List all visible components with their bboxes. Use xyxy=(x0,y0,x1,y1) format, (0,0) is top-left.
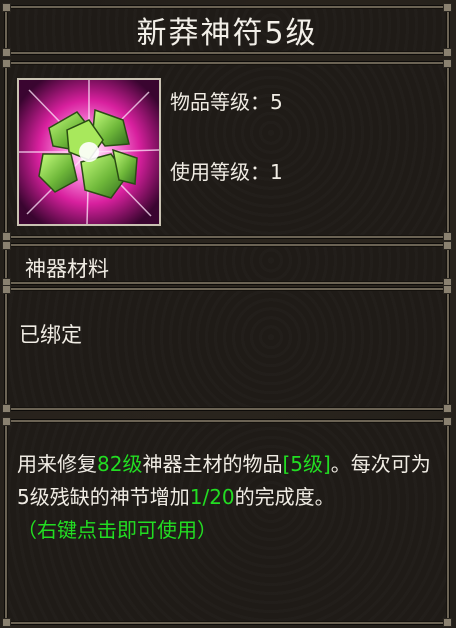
item-level-value: 5 xyxy=(270,90,283,114)
type-panel: 神器材料 xyxy=(2,241,452,287)
description-panel: 用来修复82级神器主材的物品[5级]。每次可为5级残缺的神节增加1/20的完成度… xyxy=(2,417,452,627)
use-level-label: 使用等级： xyxy=(170,160,270,184)
desc-text-2: 神器主材的物品 xyxy=(142,452,283,476)
item-description: 用来修复82级神器主材的物品[5级]。每次可为5级残缺的神节增加1/20的完成度… xyxy=(17,448,439,547)
item-type: 神器材料 xyxy=(25,257,109,281)
use-level-row: 使用等级：1 xyxy=(170,156,283,185)
desc-highlight-level: 82级 xyxy=(97,452,143,476)
use-level-value: 1 xyxy=(270,160,283,184)
desc-text-4: 的完成度。 xyxy=(234,485,335,509)
binding-panel: 已绑定 xyxy=(2,285,452,413)
binding-status: 已绑定 xyxy=(19,323,82,347)
green-crystal-talisman-icon xyxy=(19,80,159,224)
item-tooltip: 新莽神符5级 物品等级：5 使用等级：1 神器材料 已绑定 用来修复82级神器主… xyxy=(0,0,456,628)
desc-text-1: 用来修复 xyxy=(17,452,97,476)
title-panel: 新莽神符5级 xyxy=(2,3,452,57)
item-level-row: 物品等级：5 xyxy=(170,86,283,115)
info-panel: 物品等级：5 使用等级：1 xyxy=(2,59,452,241)
item-icon-frame xyxy=(17,78,161,226)
desc-highlight-grade: [5级] xyxy=(282,452,331,476)
item-name: 新莽神符5级 xyxy=(136,16,318,51)
item-level-label: 物品等级： xyxy=(170,90,270,114)
use-hint: （右键点击即可使用） xyxy=(17,518,217,542)
desc-highlight-progress: 1/20 xyxy=(189,485,235,509)
